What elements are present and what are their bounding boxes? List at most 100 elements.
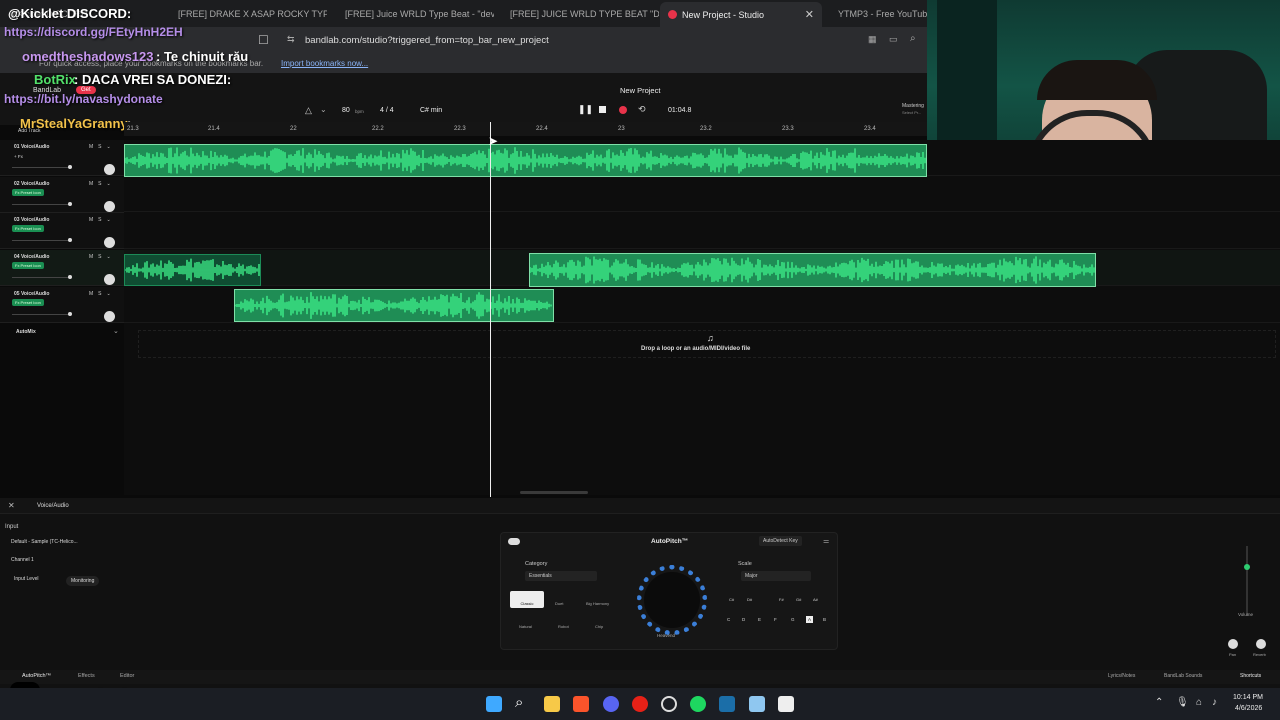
- volume-slider[interactable]: [12, 240, 70, 241]
- track-lane-3[interactable]: [124, 213, 1280, 249]
- url-field[interactable]: bandlab.com/studio?triggered_from=top_ba…: [305, 35, 549, 46]
- youtube-app-icon[interactable]: [632, 696, 648, 712]
- mute-button[interactable]: M: [89, 217, 93, 223]
- chevron-down-icon[interactable]: ⌄: [107, 217, 111, 223]
- chevron-down-icon[interactable]: ⌄: [107, 291, 111, 297]
- note-b[interactable]: B: [823, 617, 826, 622]
- browser-tab-6[interactable]: YTMP3 - Free YouTube: [825, 4, 927, 24]
- chevron-down-icon[interactable]: ⌄: [107, 254, 111, 260]
- time-signature[interactable]: 4 / 4: [380, 107, 394, 114]
- volume-slider[interactable]: [12, 314, 70, 315]
- bandlab-sounds-link[interactable]: BandLab Sounds: [1164, 673, 1202, 679]
- timeline-ruler[interactable]: 21.3 21.4 22 22.2 22.3 22.4 23 23.2 23.3…: [124, 122, 927, 136]
- volume-slider[interactable]: [12, 277, 70, 278]
- drop-zone[interactable]: ♫ Drop a loop or an audio/MIDI/video fil…: [138, 330, 1276, 358]
- start-icon[interactable]: [486, 696, 502, 712]
- track-header-1[interactable]: 01 Voice/Audio + Fx M S ⌄: [0, 140, 124, 176]
- reverb-knob[interactable]: [1256, 639, 1266, 649]
- audio-clip-selected[interactable]: [529, 253, 1096, 287]
- tempo-value[interactable]: 80: [342, 107, 350, 114]
- note-gsharp[interactable]: G#: [796, 597, 801, 602]
- microphone-icon[interactable]: 🎙: [1176, 697, 1189, 708]
- settings-icon[interactable]: ⚌: [823, 537, 829, 545]
- volume-fader[interactable]: [1246, 546, 1248, 616]
- note-a[interactable]: A: [806, 616, 814, 623]
- volume-slider[interactable]: [12, 204, 70, 205]
- track-header-3[interactable]: 03 Voice/Audio Fx Preset Icon M S ⌄: [0, 213, 124, 249]
- file-explorer-icon[interactable]: [544, 696, 560, 712]
- metronome-icon[interactable]: △: [305, 105, 312, 116]
- mute-button[interactable]: M: [89, 144, 93, 150]
- track-name[interactable]: 04 Voice/Audio: [14, 254, 49, 260]
- track-name[interactable]: 05 Voice/Audio: [14, 291, 49, 297]
- note-fsharp[interactable]: F#: [779, 597, 784, 602]
- fx-preset-badge[interactable]: Fx Preset Icon: [12, 189, 44, 196]
- pan-knob[interactable]: [104, 201, 115, 212]
- note-d[interactable]: D: [742, 617, 745, 622]
- network-icon[interactable]: ⌂: [1196, 697, 1202, 708]
- volume-slider-handle[interactable]: [68, 238, 72, 242]
- playhead[interactable]: [490, 122, 491, 497]
- tab-autopitch[interactable]: AutoPitch™: [22, 673, 51, 679]
- track-lane-5[interactable]: [124, 287, 1280, 323]
- mute-button[interactable]: M: [89, 291, 93, 297]
- note-e[interactable]: E: [758, 617, 761, 622]
- shortcuts-link[interactable]: Shortcuts: [1240, 673, 1261, 679]
- preset-duet[interactable]: Duet: [555, 601, 563, 606]
- browser-tab-4[interactable]: [FREE] JUICE WRLD TYPE BEAT "DRUM: [497, 4, 659, 24]
- loop-icon[interactable]: ⟲: [638, 104, 646, 115]
- pitch-knob[interactable]: [644, 572, 700, 628]
- mute-button[interactable]: M: [89, 181, 93, 187]
- site-info-icon[interactable]: ⇆: [287, 34, 295, 45]
- preset-natural[interactable]: Natural: [519, 624, 532, 629]
- pan-knob[interactable]: [104, 164, 115, 175]
- preset-big-harmony[interactable]: Big Harmony: [586, 601, 609, 606]
- lyrics-notes-link[interactable]: Lyrics/Notes: [1108, 673, 1135, 679]
- note-dsharp[interactable]: D#: [747, 597, 752, 602]
- volume-slider-handle[interactable]: [68, 312, 72, 316]
- solo-button[interactable]: S: [98, 181, 101, 187]
- audio-clip[interactable]: [124, 254, 261, 286]
- scale-select[interactable]: Major: [741, 571, 811, 581]
- pan-knob[interactable]: [104, 237, 115, 248]
- chevron-up-icon[interactable]: ⌃: [1155, 697, 1163, 708]
- mute-button[interactable]: M: [89, 254, 93, 260]
- track-header-2[interactable]: 02 Voice/Audio Fx Preset Icon M S ⌄: [0, 177, 124, 213]
- obs-icon[interactable]: [661, 696, 677, 712]
- import-bookmarks-link[interactable]: Import bookmarks now...: [281, 59, 368, 68]
- track-lane-4[interactable]: [124, 250, 1280, 287]
- track-lane-1[interactable]: [124, 140, 1280, 177]
- note-csharp[interactable]: C#: [729, 597, 734, 602]
- preset-classic[interactable]: Classic: [510, 591, 544, 608]
- chevron-down-icon[interactable]: ⌄: [107, 144, 111, 150]
- preset-robot[interactable]: Robot: [558, 624, 569, 629]
- translate-icon[interactable]: ▦: [868, 34, 877, 45]
- note-g[interactable]: G: [791, 617, 795, 622]
- audio-clip[interactable]: [124, 144, 927, 177]
- monitoring-toggle[interactable]: Monitoring: [66, 576, 100, 586]
- chevron-down-icon[interactable]: ⌄: [113, 327, 119, 335]
- volume-slider-handle[interactable]: [68, 202, 72, 206]
- solo-button[interactable]: S: [98, 144, 101, 150]
- chevron-down-icon[interactable]: ⌄: [107, 181, 111, 187]
- note-asharp[interactable]: A#: [813, 597, 818, 602]
- project-title[interactable]: New Project: [620, 86, 660, 95]
- search-icon[interactable]: ⌕: [515, 694, 531, 711]
- zoom-icon[interactable]: ⌕: [910, 33, 916, 44]
- note-f[interactable]: F: [774, 617, 777, 622]
- track-lane-2[interactable]: [124, 176, 1280, 212]
- browser-tab-studio[interactable]: New Project - Studio ✕: [660, 2, 822, 27]
- horizontal-scrollbar[interactable]: [520, 491, 588, 494]
- timeline-area[interactable]: ♫ Drop a loop or an audio/MIDI/video fil…: [124, 140, 1280, 495]
- notepad-icon[interactable]: [749, 696, 765, 712]
- chevron-down-icon[interactable]: ⌄: [320, 105, 327, 114]
- pan-knob[interactable]: [1228, 639, 1238, 649]
- fx-preset-badge[interactable]: Fx Preset Icon: [12, 299, 44, 306]
- category-select[interactable]: Essentials: [525, 571, 597, 581]
- pause-button[interactable]: ❚❚: [578, 104, 593, 115]
- cast-icon[interactable]: ▭: [889, 34, 898, 45]
- track-header-5[interactable]: 05 Voice/Audio Fx Preset Icon M S ⌄: [0, 287, 124, 323]
- solo-button[interactable]: S: [98, 217, 101, 223]
- automix-row[interactable]: AutoMix ⌄: [0, 326, 124, 338]
- volume-slider-handle[interactable]: [68, 165, 72, 169]
